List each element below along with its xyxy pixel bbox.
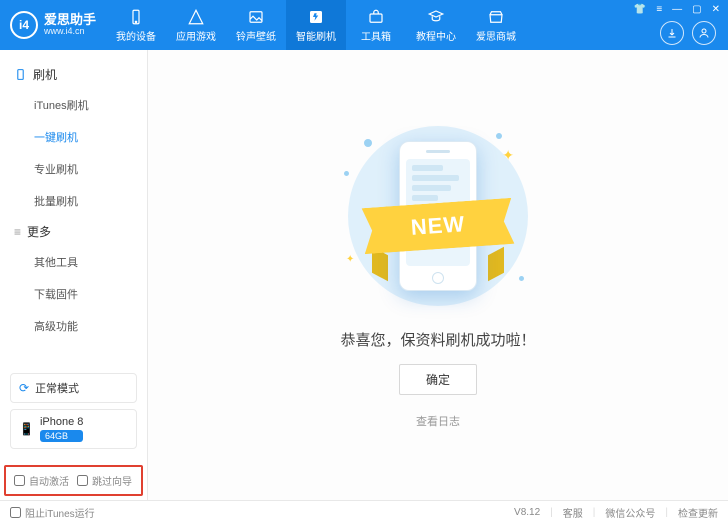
auto-activate-checkbox[interactable]: 自动激活 [14,473,69,488]
flash-icon [307,8,325,26]
flash-options-row: 自动激活 跳过向导 [4,465,143,496]
skip-guide-checkbox[interactable]: 跳过向导 [77,473,132,488]
nav-smart-flash[interactable]: 智能刷机 [286,0,346,50]
skip-guide-label: 跳过向导 [92,473,132,488]
nav-label: 爱思商城 [476,28,516,43]
sidebar-item-itunes-flash[interactable]: iTunes刷机 [0,89,147,121]
block-itunes-label: 阻止iTunes运行 [25,505,95,520]
device-box[interactable]: 📱 iPhone 8 64GB [10,409,137,449]
toolbox-icon [367,8,385,26]
sidebar-item-pro-flash[interactable]: 专业刷机 [0,153,147,185]
separator: | [550,507,553,518]
refresh-icon: ⟳ [19,381,29,395]
app-url: www.i4.cn [44,27,96,37]
logo-text: 爱思助手 www.i4.cn [44,13,96,37]
sidebar-item-other-tools[interactable]: 其他工具 [0,246,147,278]
clothes-icon[interactable]: 👕 [634,4,646,15]
nav-label: 应用游戏 [176,28,216,43]
confirm-button[interactable]: 确定 [399,364,477,395]
sidebar: 刷机 iTunes刷机 一键刷机 专业刷机 批量刷机 ≡ 更多 其他工具 下载固… [0,50,148,500]
sidebar-item-download-firmware[interactable]: 下载固件 [0,278,147,310]
device-name: iPhone 8 [40,416,83,428]
top-nav: 我的设备 应用游戏 铃声壁纸 智能刷机 工具箱 教程中心 [106,0,626,50]
window-controls: 👕 ≡ — ▢ ✕ [626,0,728,15]
nav-my-device[interactable]: 我的设备 [106,0,166,50]
close-button[interactable]: ✕ [712,4,720,15]
star-icon: ✦ [346,254,354,265]
nav-tutorial[interactable]: 教程中心 [406,0,466,50]
block-itunes-input[interactable] [10,507,21,518]
nav-label: 教程中心 [416,28,456,43]
separator: | [665,507,668,518]
status-bar: 阻止iTunes运行 V8.12 | 客服 | 微信公众号 | 检查更新 [0,500,728,524]
skip-guide-input[interactable] [77,475,88,486]
auto-activate-input[interactable] [14,475,25,486]
auto-activate-label: 自动激活 [29,473,69,488]
sidebar-item-oneclick-flash[interactable]: 一键刷机 [0,121,147,153]
menu-icon[interactable]: ≡ [656,4,662,15]
logo-icon: i4 [10,11,38,39]
sidebar-group-label: 更多 [27,223,51,240]
app-name: 爱思助手 [44,13,96,27]
apps-icon [187,8,205,26]
main-content: ✦ ✦ NEW 恭喜您，保资料刷机成功啦！ 确定 查看 [148,50,728,500]
sidebar-group-more[interactable]: ≡ 更多 [0,217,147,246]
sidebar-item-advanced[interactable]: 高级功能 [0,310,147,342]
store-icon [487,8,505,26]
sidebar-group-label: 刷机 [33,66,57,83]
nav-label: 工具箱 [361,28,391,43]
nav-label: 我的设备 [116,28,156,43]
device-storage-badge: 64GB [40,430,83,442]
wallpaper-icon [247,8,265,26]
maximize-button[interactable]: ▢ [692,4,701,15]
user-button[interactable] [692,21,716,45]
block-itunes-checkbox[interactable]: 阻止iTunes运行 [10,505,95,520]
download-button[interactable] [660,21,684,45]
phone-rect-icon [14,68,27,81]
separator: | [593,507,596,518]
nav-ringtone-wallpaper[interactable]: 铃声壁纸 [226,0,286,50]
support-link[interactable]: 客服 [563,505,583,520]
version-label: V8.12 [514,507,540,518]
device-small-icon: 📱 [19,422,34,436]
nav-label: 智能刷机 [296,28,336,43]
nav-store[interactable]: 爱思商城 [466,0,526,50]
logo-area: i4 爱思助手 www.i4.cn [0,0,106,50]
device-icon [127,8,145,26]
mode-label: 正常模式 [35,380,79,396]
nav-label: 铃声壁纸 [236,28,276,43]
wechat-link[interactable]: 微信公众号 [605,505,655,520]
mode-box[interactable]: ⟳ 正常模式 [10,373,137,403]
nav-toolbox[interactable]: 工具箱 [346,0,406,50]
check-update-link[interactable]: 检查更新 [678,505,718,520]
tutorial-icon [427,8,445,26]
minimize-button[interactable]: — [672,4,682,15]
star-icon: ✦ [502,147,514,164]
nav-apps-games[interactable]: 应用游戏 [166,0,226,50]
success-illustration: ✦ ✦ NEW [328,121,548,311]
sidebar-group-flash[interactable]: 刷机 [0,60,147,89]
sidebar-item-batch-flash[interactable]: 批量刷机 [0,185,147,217]
titlebar: i4 爱思助手 www.i4.cn 我的设备 应用游戏 铃声壁纸 智能刷机 [0,0,728,50]
view-logs-link[interactable]: 查看日志 [416,413,460,429]
success-message: 恭喜您，保资料刷机成功啦！ [340,329,535,350]
more-icon: ≡ [14,225,21,239]
